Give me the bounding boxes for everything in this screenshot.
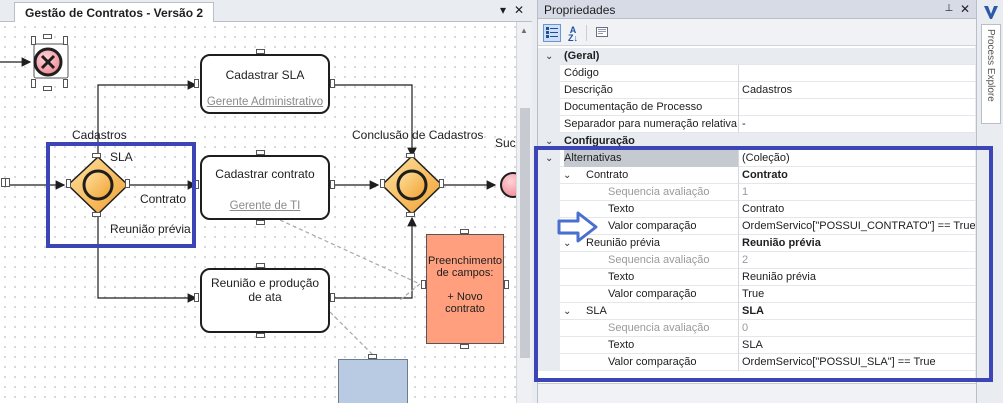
success-end-event <box>500 172 516 198</box>
annotation-note[interactable]: Preenchimento de campos: + Novo contrato <box>426 234 504 344</box>
task-title: Reunião e produção de ata <box>210 276 320 304</box>
connector <box>330 216 417 299</box>
connection-handle <box>63 79 68 88</box>
process-explorer-tab[interactable]: Process Explore <box>981 24 1001 124</box>
diagram-tab-bar: Gestão de Contratos - Versão 2 ▾ ✕ <box>0 0 532 22</box>
property-value[interactable] <box>738 99 976 116</box>
connection-handle <box>43 86 52 91</box>
connection-handle <box>194 293 199 302</box>
connection-handle <box>63 36 68 45</box>
scroll-up-icon[interactable]: ▲ <box>520 26 530 35</box>
connection-handle <box>256 333 265 338</box>
task-title: Cadastrar contrato <box>215 167 315 181</box>
connection-handle <box>421 280 426 289</box>
scrollbar-thumb[interactable] <box>520 108 530 358</box>
property-value[interactable]: Cadastros <box>738 82 976 99</box>
connection-handle <box>5 178 10 187</box>
connection-handle <box>406 153 415 158</box>
properties-toolbar: A Z↓ <box>538 19 976 46</box>
process-explorer-label: Process Explore <box>985 29 996 102</box>
connector <box>330 84 417 158</box>
property-row[interactable]: Documentação de Processo <box>538 99 976 116</box>
connection-handle <box>368 354 377 359</box>
highlight-box-alternatives <box>534 146 993 382</box>
gateway-conclusao <box>380 154 444 216</box>
terminate-end-event <box>33 43 69 79</box>
connection-handle <box>380 179 385 188</box>
pin-icon[interactable]: ⊥ <box>942 2 956 16</box>
connection-handle <box>31 79 36 88</box>
task-role-link[interactable]: Gerente de TI <box>202 200 328 212</box>
gateway-label-conclusao: Conclusão de Cadastros <box>352 128 484 142</box>
row-gutter <box>538 82 560 99</box>
task-cadastrar-contrato[interactable]: Cadastrar contrato Gerente de TI <box>200 155 330 220</box>
connection-handle <box>330 180 335 189</box>
task-cadastrar-sla[interactable]: Cadastrar SLA Gerente Administrativo <box>200 54 330 114</box>
row-gutter <box>538 65 560 82</box>
connection-handle <box>439 179 444 188</box>
close-tab-icon[interactable]: ✕ <box>512 3 526 17</box>
properties-title-bar: Propriedades ⊥ ✕ <box>538 0 976 19</box>
diagram-tab[interactable]: Gestão de Contratos - Versão 2 <box>14 2 215 22</box>
connection-handle <box>256 150 265 155</box>
alphabetical-sort-icon[interactable]: A Z↓ <box>564 24 582 43</box>
document-artifact[interactable] <box>338 359 408 403</box>
connection-handle <box>460 344 469 349</box>
property-name: Código <box>564 67 599 79</box>
highlight-box-gateway <box>46 142 196 248</box>
connection-handle <box>406 212 415 217</box>
gateway-label-cadastros: Cadastros <box>72 128 127 142</box>
properties-title: Propriedades <box>544 3 616 17</box>
connection-handle <box>43 34 52 39</box>
property-pages-icon[interactable] <box>593 24 611 42</box>
connection-handle <box>256 263 265 268</box>
property-row[interactable]: Descrição Cadastros <box>538 82 976 99</box>
properties-description-area <box>538 383 976 403</box>
tab-dropdown-icon[interactable]: ▾ <box>496 3 510 17</box>
close-icon[interactable]: ✕ <box>958 2 972 16</box>
task-title: Cadastrar SLA <box>225 68 305 82</box>
connection-handle <box>256 49 265 54</box>
connection-handle <box>460 229 469 234</box>
property-row[interactable]: Código <box>538 65 976 82</box>
task-role-link[interactable]: Gerente Administrativo <box>202 96 328 108</box>
event-label-sucesso: Suce <box>495 136 516 150</box>
app-logo-icon <box>984 6 998 19</box>
property-value[interactable] <box>738 65 976 82</box>
property-value[interactable]: - <box>738 116 976 133</box>
property-category-row[interactable]: ⌄ (Geral) <box>538 48 976 65</box>
task-reuniao-producao-ata[interactable]: Reunião e produção de ata <box>200 268 330 333</box>
property-name: (Geral) <box>564 50 600 62</box>
diagram-vertical-scrollbar[interactable]: ▲ <box>516 22 532 403</box>
categorized-icon[interactable] <box>543 24 561 42</box>
connection-handle <box>256 220 265 225</box>
connection-handle <box>330 293 335 302</box>
row-gutter <box>538 116 560 133</box>
pointer-arrow-icon <box>557 211 598 243</box>
expand-collapse-icon[interactable]: ⌄ <box>545 48 553 65</box>
connection-handle <box>194 79 199 88</box>
row-gutter <box>538 99 560 116</box>
connection-handle <box>330 79 335 88</box>
toolbar-separator <box>586 25 587 41</box>
app-window: Gestão de Contratos - Versão 2 ▾ ✕ Cadas… <box>0 0 1003 403</box>
property-name: Documentação de Processo <box>564 101 703 113</box>
property-name: Descrição <box>564 84 613 96</box>
property-name: Separador para numeração relativa <box>564 118 738 130</box>
property-row[interactable]: Separador para numeração relativa - <box>538 116 976 133</box>
connection-handle <box>504 280 509 289</box>
connection-handle <box>31 36 36 45</box>
